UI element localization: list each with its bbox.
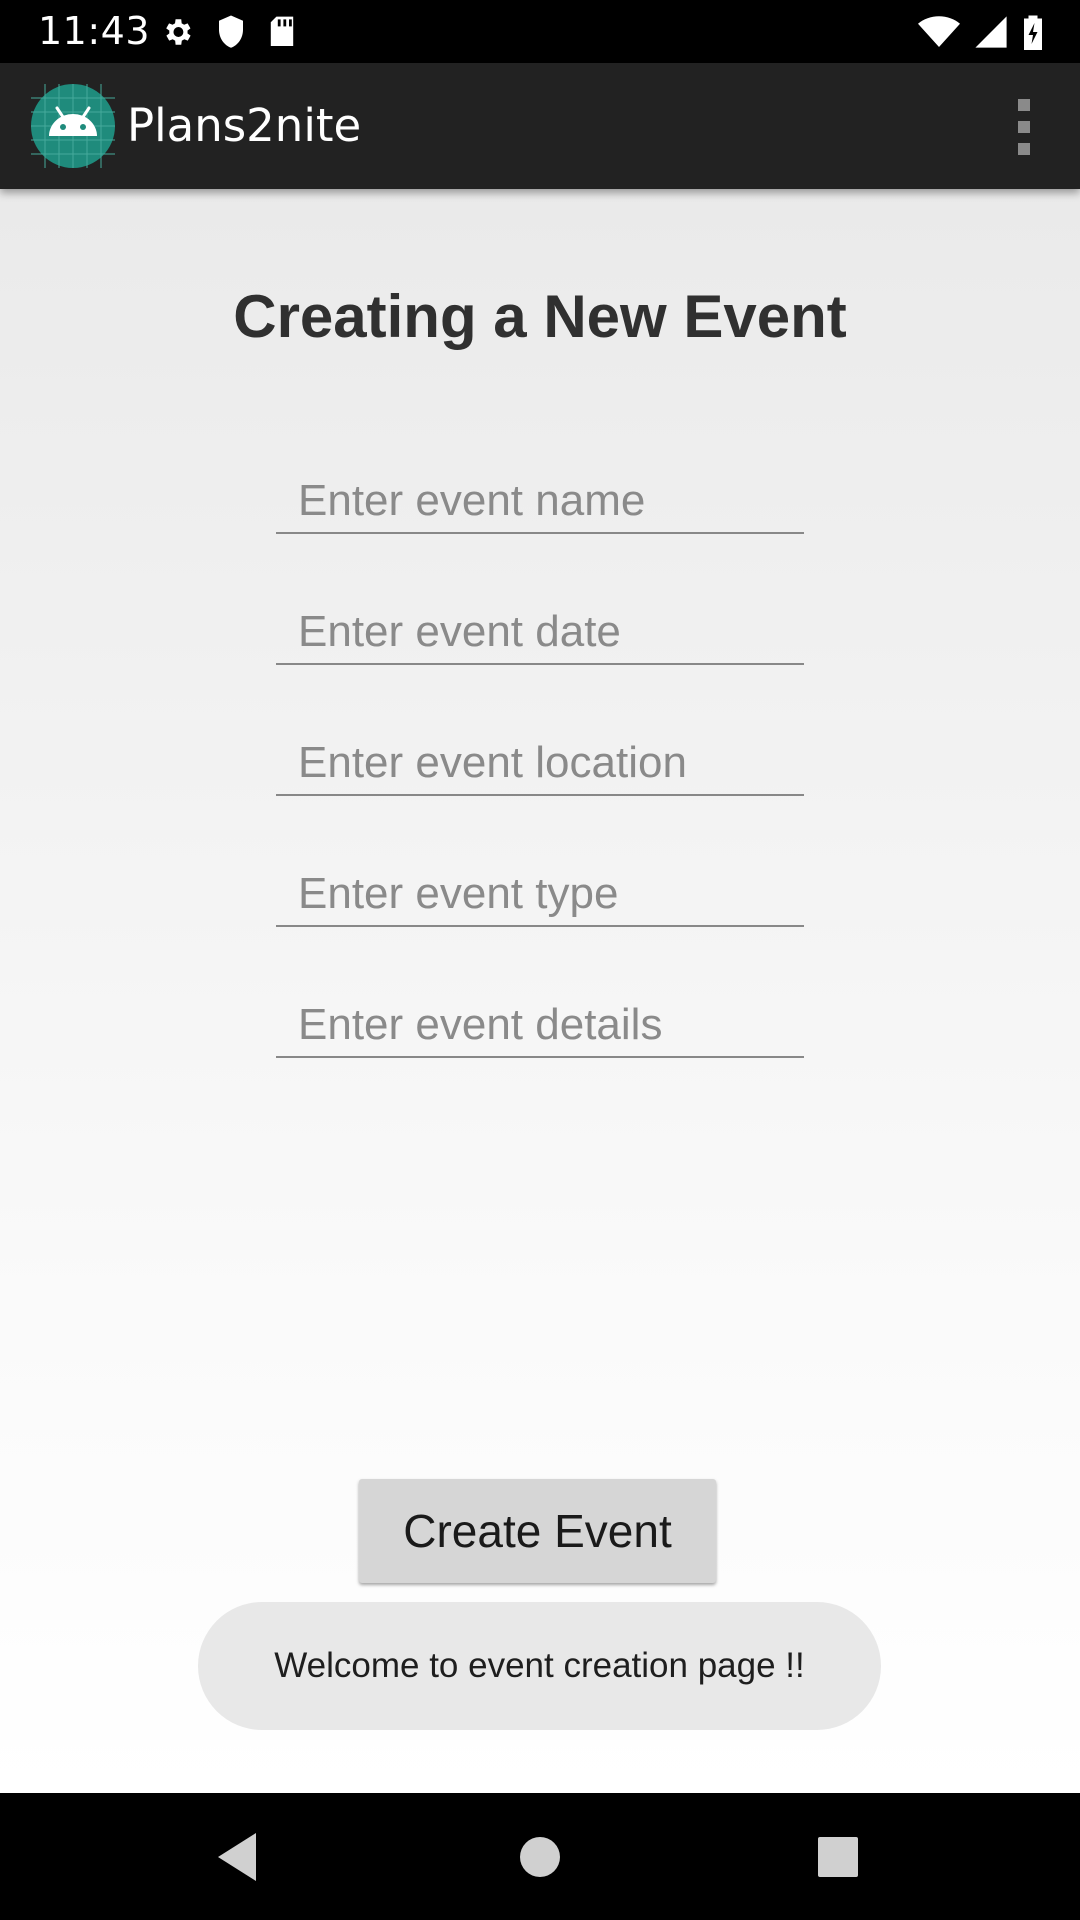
event-location-field[interactable] bbox=[276, 732, 804, 796]
status-bar: 11:43 bbox=[0, 0, 1080, 63]
cell-signal-icon bbox=[974, 14, 1008, 50]
wifi-icon bbox=[918, 14, 960, 50]
recents-icon[interactable] bbox=[808, 1827, 868, 1887]
event-name-field[interactable] bbox=[276, 470, 804, 534]
event-details-field[interactable] bbox=[276, 994, 804, 1058]
android-logo-icon bbox=[31, 84, 115, 168]
event-type-field[interactable] bbox=[276, 863, 804, 927]
event-form-screen: Creating a New Event Create Event Welcom… bbox=[0, 189, 1080, 1793]
sd-card-icon bbox=[268, 14, 296, 50]
navigation-bar bbox=[0, 1793, 1080, 1920]
status-time: 11:43 bbox=[38, 9, 151, 53]
app-title: Plans2nite bbox=[127, 99, 362, 152]
toast-message: Welcome to event creation page !! bbox=[198, 1602, 881, 1730]
home-icon[interactable] bbox=[510, 1827, 570, 1887]
create-event-button[interactable]: Create Event bbox=[359, 1479, 716, 1583]
toast-text: Welcome to event creation page !! bbox=[274, 1646, 805, 1685]
page-title: Creating a New Event bbox=[233, 283, 847, 350]
back-icon[interactable] bbox=[208, 1827, 268, 1887]
overflow-menu-icon[interactable] bbox=[1006, 97, 1042, 157]
event-date-field[interactable] bbox=[276, 601, 804, 665]
gear-icon bbox=[160, 14, 194, 50]
battery-charging-icon bbox=[1022, 14, 1044, 50]
app-bar: Plans2nite bbox=[0, 63, 1080, 189]
shield-icon bbox=[216, 14, 246, 50]
